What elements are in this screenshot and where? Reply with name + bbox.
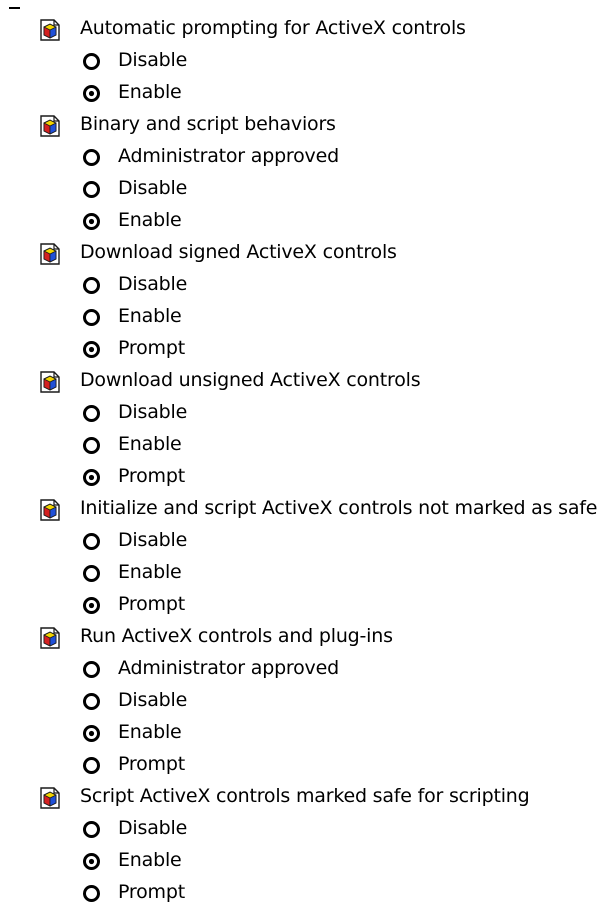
radio-option[interactable]: Administrator approved (0, 140, 609, 172)
radio-option-label[interactable]: Prompt (118, 751, 185, 777)
radio-option-label[interactable]: Prompt (118, 591, 185, 617)
setting-group-header: Script ActiveX controls marked safe for … (0, 780, 609, 812)
radio-option[interactable]: Enable (0, 716, 609, 748)
radio-button[interactable] (82, 276, 101, 295)
settings-page-icon (40, 787, 60, 809)
radio-option[interactable]: Disable (0, 524, 609, 556)
radio-option-label[interactable]: Enable (118, 847, 182, 873)
radio-button[interactable] (82, 308, 101, 327)
radio-option-label[interactable]: Disable (118, 687, 187, 713)
radio-option-label[interactable]: Disable (118, 47, 187, 73)
radio-option[interactable]: Enable (0, 300, 609, 332)
radio-button[interactable] (82, 404, 101, 423)
radio-button-selected[interactable] (82, 340, 101, 359)
settings-page-icon (40, 627, 60, 649)
radio-option[interactable]: Administrator approved (0, 652, 609, 684)
radio-option[interactable]: Enable (0, 556, 609, 588)
radio-button-selected[interactable] (82, 852, 101, 871)
radio-option-label[interactable]: Disable (118, 175, 187, 201)
radio-option-label[interactable]: Prompt (118, 463, 185, 489)
radio-button[interactable] (82, 52, 101, 71)
radio-button-selected[interactable] (82, 596, 101, 615)
radio-option[interactable]: Enable (0, 428, 609, 460)
tree-line-fragment (9, 7, 20, 9)
setting-group-label: Binary and script behaviors (80, 113, 336, 135)
settings-page-icon (40, 115, 60, 137)
radio-option-label[interactable]: Enable (118, 719, 182, 745)
radio-button[interactable] (82, 564, 101, 583)
setting-group-header: Download unsigned ActiveX controls (0, 364, 609, 396)
radio-option-label[interactable]: Prompt (118, 335, 185, 361)
settings-page-icon (40, 499, 60, 521)
radio-option-label[interactable]: Disable (118, 399, 187, 425)
setting-group-label: Automatic prompting for ActiveX controls (80, 17, 466, 39)
radio-option-label[interactable]: Disable (118, 271, 187, 297)
radio-option[interactable]: Disable (0, 684, 609, 716)
radio-option[interactable]: Enable (0, 204, 609, 236)
settings-page-icon (40, 19, 60, 41)
setting-group-header: Run ActiveX controls and plug-ins (0, 620, 609, 652)
radio-button-selected[interactable] (82, 84, 101, 103)
radio-option-label[interactable]: Enable (118, 207, 182, 233)
radio-option[interactable]: Prompt (0, 588, 609, 620)
radio-button-selected[interactable] (82, 468, 101, 487)
radio-button[interactable] (82, 180, 101, 199)
setting-group-header: Download signed ActiveX controls (0, 236, 609, 268)
radio-option[interactable]: Prompt (0, 460, 609, 492)
radio-button[interactable] (82, 436, 101, 455)
setting-group-label: Initialize and script ActiveX controls n… (80, 497, 598, 519)
setting-group-header: Initialize and script ActiveX controls n… (0, 492, 609, 524)
radio-button[interactable] (82, 884, 101, 903)
radio-option[interactable]: Enable (0, 76, 609, 108)
radio-option-label[interactable]: Administrator approved (118, 655, 339, 681)
radio-option[interactable]: Disable (0, 396, 609, 428)
radio-option[interactable]: Disable (0, 172, 609, 204)
radio-option-label[interactable]: Enable (118, 431, 182, 457)
setting-group-header: Binary and script behaviors (0, 108, 609, 140)
radio-option-label[interactable]: Enable (118, 559, 182, 585)
radio-option-label[interactable]: Enable (118, 303, 182, 329)
settings-page-icon (40, 371, 60, 393)
radio-button[interactable] (82, 148, 101, 167)
setting-group-label: Run ActiveX controls and plug-ins (80, 625, 393, 647)
radio-option[interactable]: Prompt (0, 876, 609, 908)
radio-option-label[interactable]: Administrator approved (118, 143, 339, 169)
radio-button[interactable] (82, 756, 101, 775)
radio-button[interactable] (82, 660, 101, 679)
radio-option-label[interactable]: Disable (118, 527, 187, 553)
radio-option[interactable]: Disable (0, 268, 609, 300)
radio-option-label[interactable]: Disable (118, 815, 187, 841)
radio-option[interactable]: Disable (0, 812, 609, 844)
radio-option-label[interactable]: Prompt (118, 879, 185, 905)
setting-group-header: Automatic prompting for ActiveX controls (0, 12, 609, 44)
radio-button[interactable] (82, 692, 101, 711)
radio-button-selected[interactable] (82, 724, 101, 743)
radio-button[interactable] (82, 532, 101, 551)
setting-group-label: Download unsigned ActiveX controls (80, 369, 421, 391)
radio-option-label[interactable]: Enable (118, 79, 182, 105)
radio-option[interactable]: Disable (0, 44, 609, 76)
radio-option[interactable]: Prompt (0, 332, 609, 364)
radio-option[interactable]: Enable (0, 844, 609, 876)
radio-option[interactable]: Prompt (0, 748, 609, 780)
radio-button-selected[interactable] (82, 212, 101, 231)
setting-group-label: Script ActiveX controls marked safe for … (80, 785, 530, 807)
radio-button[interactable] (82, 820, 101, 839)
settings-page-icon (40, 243, 60, 265)
setting-group-label: Download signed ActiveX controls (80, 241, 397, 263)
